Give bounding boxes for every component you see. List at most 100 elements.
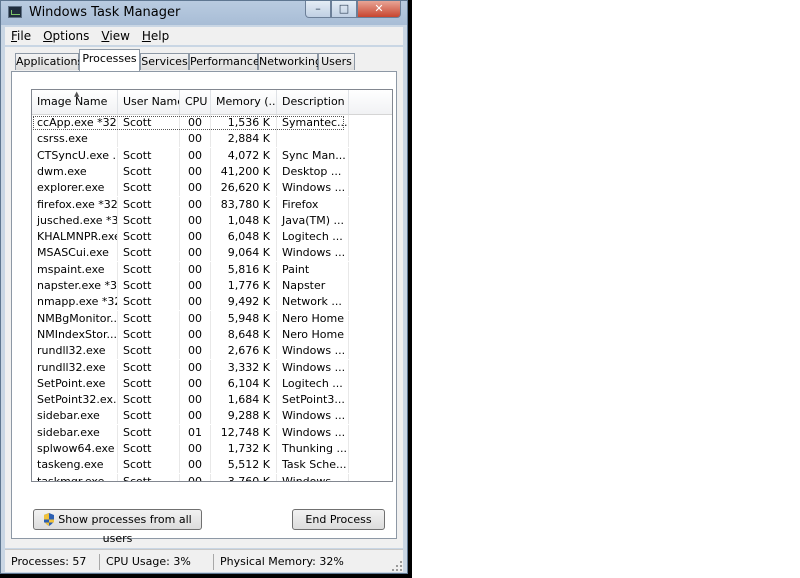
- process-row[interactable]: csrss.exe 00 2,884 K: [32, 131, 392, 148]
- column-cpu[interactable]: CPU: [180, 90, 211, 114]
- row-image-name: dwm.exe: [32, 163, 118, 180]
- column-memory[interactable]: Memory (...: [211, 90, 277, 114]
- row-description: [277, 131, 349, 148]
- process-row[interactable]: splwow64.exe Scott 00 1,732 K Thunking ...: [32, 441, 392, 457]
- row-cpu: 00: [180, 375, 211, 392]
- row-memory: 9,288 K: [211, 408, 277, 425]
- process-row[interactable]: firefox.exe *32 Scott 00 83,780 K Firefox: [32, 196, 392, 213]
- row-description: SetPoint3...: [277, 392, 349, 409]
- tab-performance[interactable]: Performance: [189, 53, 260, 70]
- row-image-name: sidebar.exe: [32, 408, 118, 425]
- title-bar[interactable]: Windows Task Manager – □ ✕: [1, 1, 407, 25]
- row-memory: 2,676 K: [211, 343, 277, 360]
- process-row[interactable]: CTSyncU.exe ... Scott 00 4,072 K Sync Man...: [32, 147, 392, 164]
- resize-grip-icon[interactable]: [392, 561, 402, 571]
- row-memory: 1,536 K: [211, 115, 277, 131]
- row-description: Logitech ...: [277, 375, 349, 392]
- row-memory: 8,648 K: [211, 326, 277, 343]
- row-user-name: Scott: [118, 408, 180, 425]
- process-row[interactable]: taskeng.exe Scott 00 5,512 K Task Sche...: [32, 457, 392, 474]
- row-image-name: explorer.exe: [32, 180, 118, 197]
- row-image-name: csrss.exe: [32, 131, 118, 148]
- process-row[interactable]: sidebar.exe Scott 01 12,748 K Windows ...: [32, 424, 392, 441]
- process-row[interactable]: nmapp.exe *32 Scott 00 9,492 K Network ...: [32, 294, 392, 311]
- row-memory: 1,684 K: [211, 392, 277, 409]
- process-row[interactable]: mspaint.exe Scott 00 5,816 K Paint: [32, 261, 392, 278]
- row-description: Java(TM) ...: [277, 212, 349, 229]
- row-cpu: 00: [180, 261, 211, 278]
- process-row[interactable]: rundll32.exe Scott 00 3,332 K Windows ...: [32, 359, 392, 376]
- row-description: Firefox: [277, 196, 349, 213]
- row-memory: 1,732 K: [211, 441, 277, 457]
- row-cpu: 00: [180, 326, 211, 343]
- process-row[interactable]: NMBgMonitor.... Scott 00 5,948 K Nero Home: [32, 310, 392, 327]
- menu-file[interactable]: File: [5, 29, 37, 43]
- tab-processes[interactable]: Processes: [79, 49, 140, 71]
- processes-panel: ▲ Image Name User Name CPU Memory (... D…: [11, 71, 397, 545]
- end-process-button[interactable]: End Process: [292, 509, 385, 530]
- row-image-name: mspaint.exe: [32, 261, 118, 278]
- row-image-name: SetPoint32.ex...: [32, 392, 118, 409]
- row-image-name: taskmgr.exe: [32, 473, 118, 481]
- status-bar: Processes: 57 CPU Usage: 3% Physical Mem…: [5, 549, 403, 572]
- column-image-name[interactable]: ▲ Image Name: [32, 90, 118, 114]
- row-image-name: SetPoint.exe: [32, 375, 118, 392]
- process-row[interactable]: SetPoint32.ex... Scott 00 1,684 K SetPoint3.…: [32, 392, 392, 409]
- tab-networking[interactable]: Networking: [258, 53, 322, 70]
- minimize-button[interactable]: –: [305, 1, 331, 18]
- menu-help-access-key: H: [141, 29, 151, 43]
- row-cpu: 00: [180, 392, 211, 409]
- process-row[interactable]: dwm.exe Scott 00 41,200 K Desktop ...: [32, 163, 392, 180]
- row-memory: 2,884 K: [211, 131, 277, 148]
- column-description[interactable]: Description: [277, 90, 349, 114]
- process-row[interactable]: sidebar.exe Scott 00 9,288 K Windows ...: [32, 408, 392, 425]
- process-row[interactable]: ccApp.exe *32 Scott 00 1,536 K Symantec...: [32, 115, 392, 131]
- process-row[interactable]: explorer.exe Scott 00 26,620 K Windows ...: [32, 180, 392, 197]
- process-row[interactable]: napster.exe *32 Scott 00 1,776 K Napster: [32, 278, 392, 294]
- row-image-name: MSASCui.exe: [32, 245, 118, 262]
- process-row[interactable]: NMIndexStor... Scott 00 8,648 K Nero Home: [32, 326, 392, 343]
- column-user-name[interactable]: User Name: [118, 90, 180, 114]
- row-image-name: nmapp.exe *32: [32, 294, 118, 311]
- status-physical-memory: Physical Memory: 32%: [220, 555, 344, 568]
- row-image-name: NMBgMonitor....: [32, 310, 118, 327]
- process-row[interactable]: jusched.exe *32 Scott 00 1,048 K Java(TM) ..…: [32, 212, 392, 229]
- row-description: Windows ...: [277, 408, 349, 425]
- tab-users[interactable]: Users: [318, 53, 355, 70]
- row-description: Thunking ...: [277, 441, 349, 457]
- tab-applications[interactable]: Applications: [15, 53, 83, 70]
- row-memory: 83,780 K: [211, 196, 277, 213]
- row-user-name: Scott: [118, 441, 180, 457]
- process-row[interactable]: KHALMNPR.exe Scott 00 6,048 K Logitech ...: [32, 229, 392, 246]
- row-image-name: ccApp.exe *32: [32, 115, 118, 131]
- menu-view[interactable]: View: [95, 29, 135, 43]
- row-description: Windows ...: [277, 343, 349, 360]
- row-cpu: 00: [180, 147, 211, 164]
- row-cpu: 00: [180, 212, 211, 229]
- menu-help[interactable]: Help: [136, 29, 175, 43]
- tab-services[interactable]: Services: [140, 53, 189, 70]
- process-row[interactable]: taskmgr.exe Scott 00 3,760 K Windows ...: [32, 473, 392, 481]
- process-row[interactable]: rundll32.exe Scott 00 2,676 K Windows ...: [32, 343, 392, 360]
- window-title: Windows Task Manager: [29, 5, 181, 20]
- row-cpu: 00: [180, 115, 211, 131]
- screen-edge-bottom: [0, 574, 412, 578]
- row-user-name: Scott: [118, 147, 180, 164]
- row-description: Napster: [277, 278, 349, 294]
- row-memory: 9,492 K: [211, 294, 277, 311]
- row-image-name: KHALMNPR.exe: [32, 229, 118, 246]
- menu-options[interactable]: Options: [37, 29, 95, 43]
- close-button[interactable]: ✕: [357, 1, 401, 18]
- menu-bar: File Options View Help: [5, 27, 403, 45]
- process-row[interactable]: MSASCui.exe Scott 00 9,064 K Windows ...: [32, 245, 392, 262]
- row-user-name: Scott: [118, 310, 180, 327]
- status-cpu-usage: CPU Usage: 3%: [102, 554, 214, 570]
- show-all-users-button[interactable]: Show processes from all users: [33, 509, 202, 545]
- maximize-button[interactable]: □: [331, 1, 357, 18]
- row-memory: 1,048 K: [211, 212, 277, 229]
- process-list[interactable]: ▲ Image Name User Name CPU Memory (... D…: [31, 89, 393, 482]
- row-user-name: Scott: [118, 457, 180, 474]
- process-row[interactable]: SetPoint.exe Scott 00 6,104 K Logitech ...: [32, 375, 392, 392]
- row-description: Windows ...: [277, 180, 349, 197]
- row-cpu: 00: [180, 131, 211, 148]
